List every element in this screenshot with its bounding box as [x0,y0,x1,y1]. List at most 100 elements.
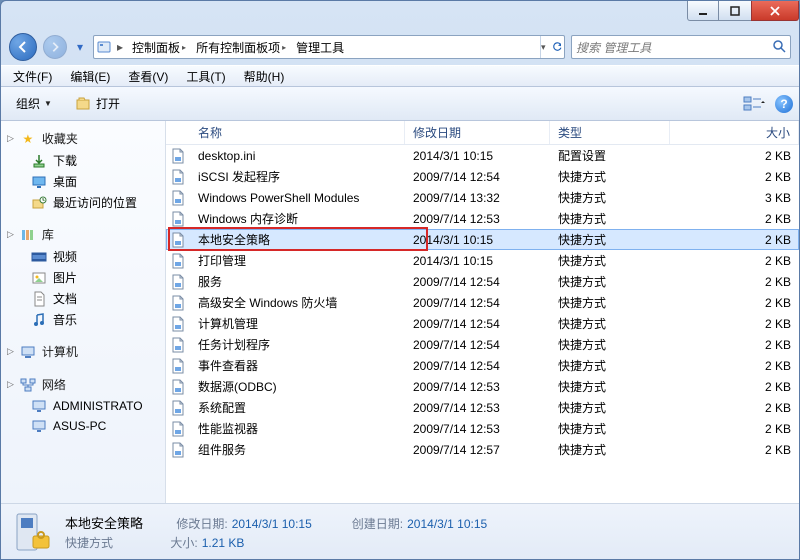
file-date: 2009/7/14 12:54 [405,317,550,331]
address-bar: ▾ ▸ 控制面板▸ 所有控制面板项▸ 管理工具 ▾ 搜索 管理工具 [1,29,799,65]
file-size: 2 KB [670,443,799,457]
file-name: 事件查看器 [190,357,405,374]
nav-back-button[interactable] [9,33,37,61]
sidebar-computer-header[interactable]: ▷ 计算机 [1,340,165,363]
sidebar-libraries-header[interactable]: ▷ 库 [1,223,165,246]
breadcrumb-item[interactable]: 管理工具 [292,37,348,58]
col-icon[interactable] [166,121,190,144]
search-input[interactable]: 搜索 管理工具 [571,35,791,59]
file-row[interactable]: 打印管理2014/3/1 10:15快捷方式2 KB [166,250,799,271]
col-name[interactable]: 名称 [190,121,405,144]
file-row[interactable]: 本地安全策略2014/3/1 10:15快捷方式2 KB [166,229,799,250]
file-row[interactable]: 任务计划程序2009/7/14 12:54快捷方式2 KB [166,334,799,355]
title-bar [1,1,799,29]
sidebar-item-network-pc[interactable]: ASUS-PC [1,416,165,436]
col-size[interactable]: 大小 [670,121,799,144]
sidebar-item-label: 音乐 [53,311,77,328]
sidebar-item-videos[interactable]: 视频 [1,246,165,267]
file-type: 快捷方式 [550,315,670,332]
menu-view[interactable]: 查看(V) [120,66,176,87]
col-type[interactable]: 类型 [550,121,670,144]
file-row[interactable]: 系统配置2009/7/14 12:53快捷方式2 KB [166,397,799,418]
file-row[interactable]: 服务2009/7/14 12:54快捷方式2 KB [166,271,799,292]
file-size: 2 KB [670,422,799,436]
file-row[interactable]: 数据源(ODBC)2009/7/14 12:53快捷方式2 KB [166,376,799,397]
close-button[interactable] [751,1,799,21]
file-size: 2 KB [670,359,799,373]
file-type: 快捷方式 [550,441,670,458]
file-size: 2 KB [670,401,799,415]
window-buttons [687,1,799,21]
menu-help[interactable]: 帮助(H) [236,66,293,87]
file-name: 数据源(ODBC) [190,378,405,395]
sidebar-item-music[interactable]: 音乐 [1,309,165,330]
file-name: 系统配置 [190,399,405,416]
details-created-value: 2014/3/1 10:15 [407,517,487,531]
navigation-pane[interactable]: ▷ ★ 收藏夹 下载 桌面 最近访问的位置 [1,121,166,503]
file-icon [166,400,190,416]
file-row[interactable]: 组件服务2009/7/14 12:57快捷方式2 KB [166,439,799,460]
file-size: 2 KB [670,254,799,268]
sidebar-favorites-header[interactable]: ▷ ★ 收藏夹 [1,127,165,150]
minimize-button[interactable] [687,1,719,21]
sidebar-label: 网络 [42,376,66,393]
menu-edit[interactable]: 编辑(E) [62,66,118,87]
sidebar-item-documents[interactable]: 文档 [1,288,165,309]
file-icon [166,421,190,437]
breadcrumb-bar[interactable]: ▸ 控制面板▸ 所有控制面板项▸ 管理工具 ▾ [93,35,565,59]
file-name: 本地安全策略 [190,231,405,248]
libraries-icon [20,227,36,243]
desktop-icon [31,174,47,190]
video-icon [31,249,47,265]
sidebar-network-header[interactable]: ▷ 网络 [1,373,165,396]
details-modified-label: 修改日期: [176,517,227,531]
view-options-button[interactable] [743,95,765,113]
file-icon [166,169,190,185]
maximize-button[interactable] [719,1,751,21]
sidebar-item-recent[interactable]: 最近访问的位置 [1,192,165,213]
file-type: 快捷方式 [550,168,670,185]
file-row[interactable]: iSCSI 发起程序2009/7/14 12:54快捷方式2 KB [166,166,799,187]
file-row[interactable]: 计算机管理2009/7/14 12:54快捷方式2 KB [166,313,799,334]
file-icon [166,190,190,206]
file-icon [166,274,190,290]
sidebar-item-downloads[interactable]: 下载 [1,150,165,171]
nav-history-dropdown[interactable]: ▾ [73,35,87,59]
breadcrumb-item[interactable]: 所有控制面板项▸ [192,37,290,58]
nav-forward-button[interactable] [43,35,67,59]
file-rows[interactable]: desktop.ini2014/3/1 10:15配置设置2 KBiSCSI 发… [166,145,799,503]
file-row[interactable]: 高级安全 Windows 防火墙2009/7/14 12:54快捷方式2 KB [166,292,799,313]
file-date: 2009/7/14 12:53 [405,212,550,226]
file-date: 2009/7/14 12:57 [405,443,550,457]
document-icon [31,291,47,307]
file-row[interactable]: Windows PowerShell Modules2009/7/14 13:3… [166,187,799,208]
file-date: 2014/3/1 10:15 [405,254,550,268]
open-button[interactable]: 打开 [67,90,129,117]
file-row[interactable]: Windows 内存诊断2009/7/14 12:53快捷方式2 KB [166,208,799,229]
sidebar-item-pictures[interactable]: 图片 [1,267,165,288]
file-row[interactable]: 性能监视器2009/7/14 12:53快捷方式2 KB [166,418,799,439]
refresh-button[interactable]: ▾ [540,36,562,58]
sidebar-item-network-pc[interactable]: ADMINISTRATO [1,396,165,416]
menu-tools[interactable]: 工具(T) [178,66,233,87]
file-row[interactable]: 事件查看器2009/7/14 12:54快捷方式2 KB [166,355,799,376]
column-headers: 名称 修改日期 类型 大小 [166,121,799,145]
help-button[interactable]: ? [775,95,793,113]
col-date[interactable]: 修改日期 [405,121,550,144]
pc-icon [31,418,47,434]
file-name: iSCSI 发起程序 [190,168,405,185]
breadcrumb-item[interactable]: 控制面板▸ [128,37,190,58]
file-name: 打印管理 [190,252,405,269]
sidebar-item-desktop[interactable]: 桌面 [1,171,165,192]
computer-icon [20,344,36,360]
organize-button[interactable]: 组织 ▼ [7,90,61,117]
file-row[interactable]: desktop.ini2014/3/1 10:15配置设置2 KB [166,145,799,166]
file-size: 2 KB [670,275,799,289]
network-icon [20,377,36,393]
file-date: 2014/3/1 10:15 [405,149,550,163]
menu-file[interactable]: 文件(F) [5,66,60,87]
file-name: desktop.ini [190,149,405,163]
file-date: 2009/7/14 12:53 [405,401,550,415]
body: ▷ ★ 收藏夹 下载 桌面 最近访问的位置 [1,121,799,503]
music-icon [31,312,47,328]
